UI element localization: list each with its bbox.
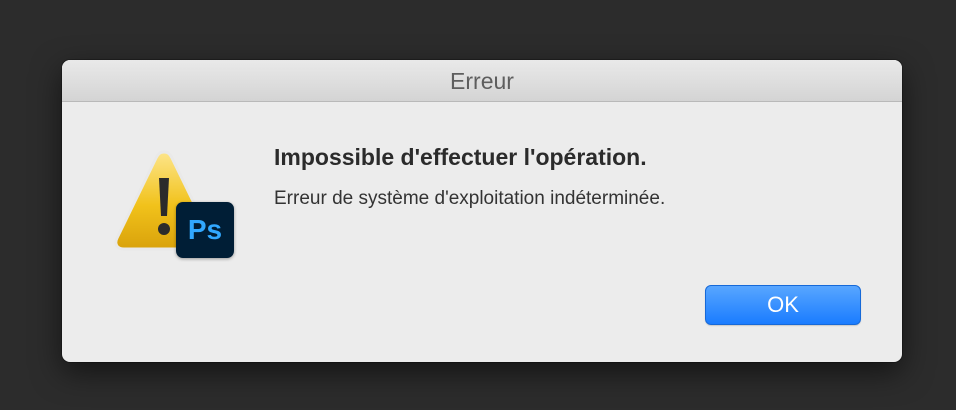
- dialog-message: Erreur de système d'exploitation indéter…: [274, 188, 666, 209]
- app-badge-label: Ps: [187, 214, 223, 245]
- dialog-title: Erreur: [450, 68, 514, 94]
- ok-button[interactable]: OK: [705, 285, 861, 325]
- dialog-titlebar[interactable]: Erreur: [62, 60, 902, 102]
- error-dialog: Erreur Ps Impossible d'effectuer l'opéra…: [62, 60, 902, 362]
- dialog-heading: Impossible d'effectuer l'opération.: [274, 144, 647, 170]
- alert-icon-group: Ps: [112, 146, 236, 258]
- ok-button-label: OK: [767, 292, 799, 317]
- photoshop-app-icon: Ps: [176, 202, 234, 258]
